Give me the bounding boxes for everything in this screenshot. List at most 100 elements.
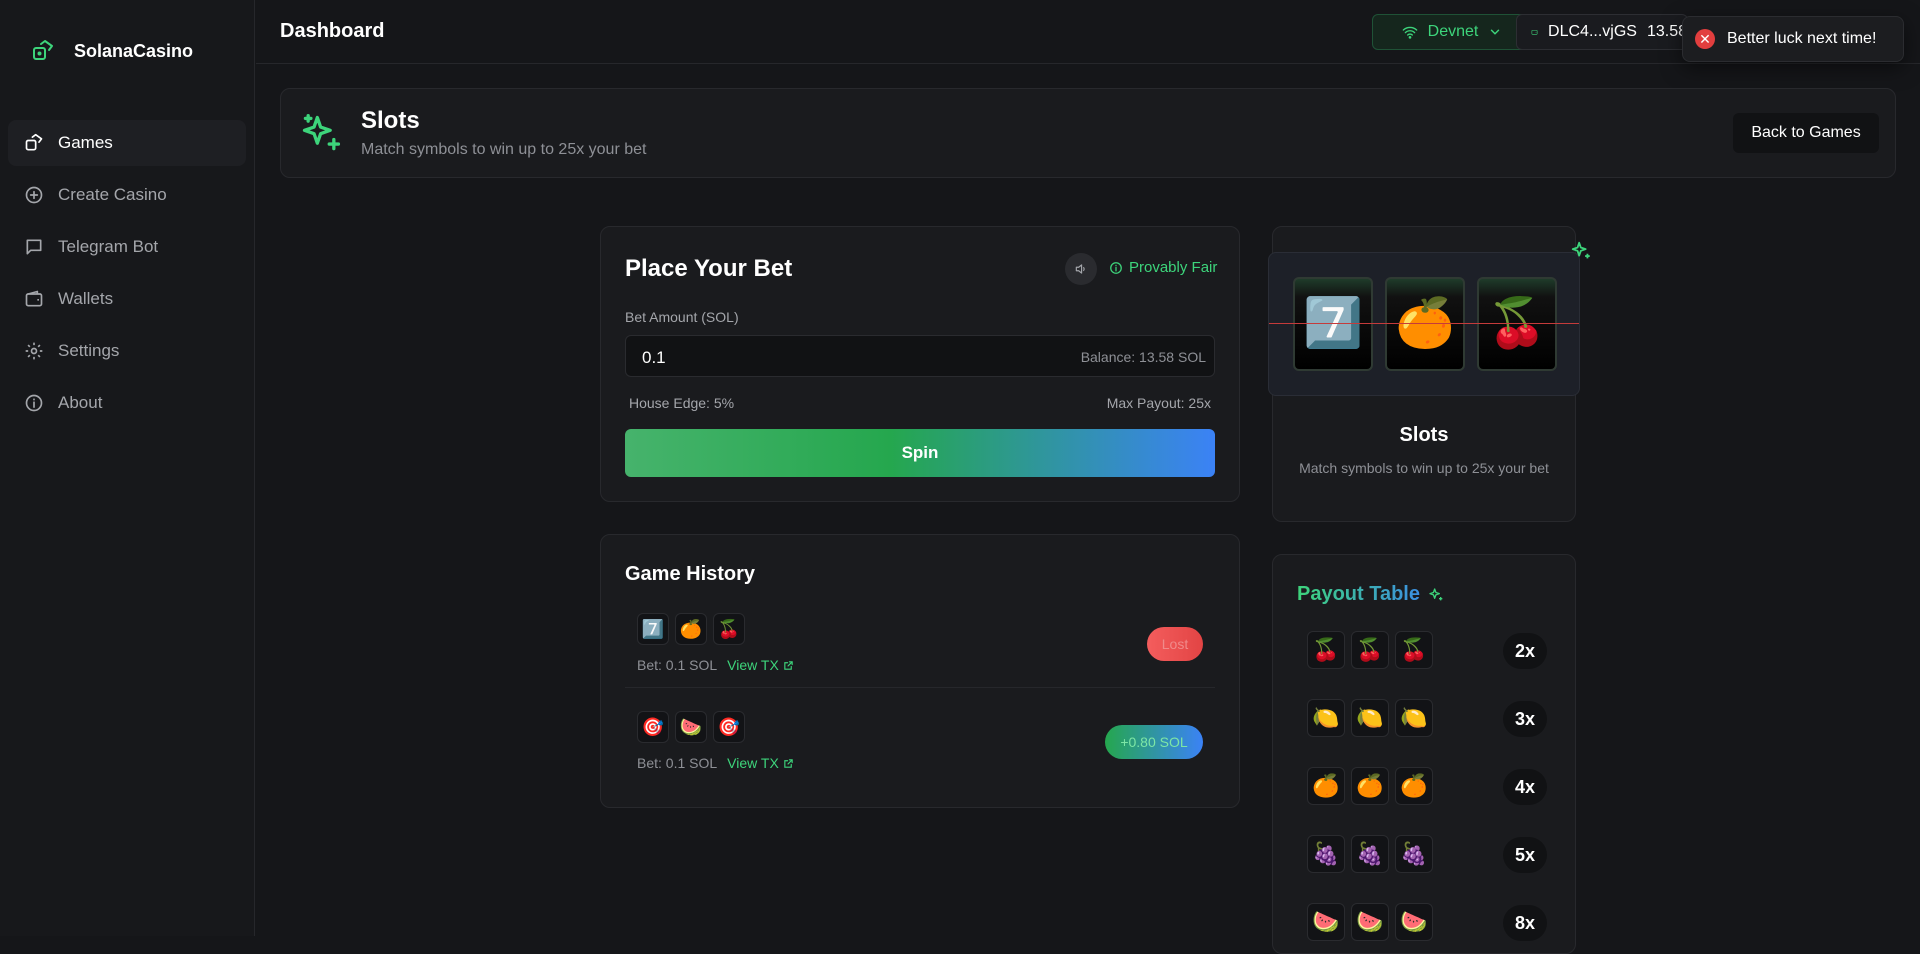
history-meta: Bet: 0.1 SOL View TX: [637, 657, 794, 673]
wallet-icon: [1531, 29, 1538, 35]
toast-notification[interactable]: ✕ Better luck next time!: [1682, 16, 1904, 62]
payout-row: 🍋 🍋 🍋 3x: [1307, 699, 1547, 739]
spin-button[interactable]: Spin: [625, 429, 1215, 477]
sound-toggle-button[interactable]: [1065, 253, 1097, 285]
max-payout-text: Max Payout: 25x: [1106, 395, 1211, 411]
symbol-tile: 🍉: [1351, 903, 1389, 941]
payout-table-title: Payout Table: [1297, 583, 1444, 606]
payout-table-label: Payout Table: [1297, 583, 1420, 605]
symbol-tile: 🍒: [1395, 631, 1433, 669]
network-selector[interactable]: Devnet: [1372, 14, 1532, 50]
payout-row: 🍉 🍉 🍉 8x: [1307, 903, 1547, 943]
game-history-title: Game History: [625, 563, 756, 585]
history-row: 7️⃣ 🍊 🍒 Bet: 0.1 SOL View TX Lost: [625, 613, 1215, 689]
brand[interactable]: SolanaCasino: [30, 38, 193, 64]
history-symbols: 7️⃣ 🍊 🍒: [637, 613, 745, 645]
slot-reels: 7️⃣ 🍊 🍒: [1268, 252, 1580, 396]
view-tx-label: View TX: [727, 657, 779, 673]
chevron-down-icon: [1491, 29, 1500, 35]
sparkles-icon: [299, 111, 343, 162]
bet-amount-input[interactable]: 0.1 Balance: 13.58 SOL: [625, 335, 1215, 377]
game-history-card: Game History 7️⃣ 🍊 🍒 Bet: 0.1 SOL View T…: [600, 534, 1240, 808]
sidebar-item-wallets[interactable]: Wallets: [8, 276, 246, 322]
place-bet-card: Place Your Bet Provably Fair Bet Amount …: [600, 226, 1240, 502]
reel: 7️⃣: [1293, 277, 1373, 371]
info-icon: [1110, 261, 1122, 274]
symbol-tile: 🍒: [713, 613, 745, 645]
sidebar-item-games[interactable]: Games: [8, 120, 246, 166]
sparkles-icon: [1429, 587, 1443, 600]
history-symbols: 🎯 🍉 🎯: [637, 711, 745, 743]
game-header: Slots Match symbols to win up to 25x you…: [280, 88, 1896, 178]
sidebar-item-telegram-bot[interactable]: Telegram Bot: [8, 224, 246, 270]
sidebar-item-label: Create Casino: [58, 185, 167, 204]
symbol-tile: 🍇: [1351, 835, 1389, 873]
reel: 🍊: [1385, 277, 1465, 371]
games-icon: [25, 133, 43, 151]
casino-logo-icon: [30, 38, 56, 64]
house-edge-text: House Edge: 5%: [629, 395, 735, 411]
view-tx-label: View TX: [727, 755, 779, 771]
symbol-tile: 🍒: [1351, 631, 1389, 669]
payout-multiplier: 4x: [1503, 769, 1547, 805]
symbol-tile: 🍊: [1307, 767, 1345, 805]
balance-text: Balance: 13.58 SOL: [1080, 349, 1206, 365]
wallet-address: DLC4...vjGS: [1548, 23, 1637, 40]
external-link-icon: [784, 758, 793, 768]
payout-row: 🍒 🍒 🍒 2x: [1307, 631, 1547, 671]
external-link-icon: [784, 660, 793, 670]
history-bet: Bet: 0.1 SOL: [637, 755, 718, 771]
sidebar-item-create-casino[interactable]: Create Casino: [8, 172, 246, 218]
network-label: Devnet: [1427, 23, 1479, 40]
reel: 🍒: [1477, 277, 1557, 371]
payout-multiplier: 2x: [1503, 633, 1547, 669]
symbol-tile: 🍇: [1307, 835, 1345, 873]
wifi-icon: [1402, 26, 1417, 39]
speaker-icon: [1075, 264, 1085, 274]
sidebar-item-label: About: [58, 393, 103, 412]
payout-multiplier: 3x: [1503, 701, 1547, 737]
result-badge-lost: Lost: [1147, 627, 1203, 661]
view-tx-link[interactable]: View TX: [727, 755, 794, 771]
symbol-tile: 🎯: [713, 711, 745, 743]
symbol-tile: 🍉: [675, 711, 707, 743]
view-tx-link[interactable]: View TX: [727, 657, 794, 673]
sidebar-item-label: Games: [58, 133, 113, 152]
symbol-tile: 7️⃣: [637, 613, 669, 645]
chat-icon: [26, 239, 42, 255]
payout-row: 🍇 🍇 🍇 5x: [1307, 835, 1547, 875]
app-name: SolanaCasino: [74, 40, 194, 61]
sidebar-nav: Games Create Casino Telegram Bot Wallets…: [8, 120, 246, 432]
symbol-tile: 🍊: [1395, 767, 1433, 805]
provably-fair-link[interactable]: Provably Fair: [1109, 259, 1217, 276]
bet-card-title: Place Your Bet: [625, 255, 793, 282]
symbol-tile: 🎯: [637, 711, 669, 743]
game-subtitle: Match symbols to win up to 25x your bet: [361, 141, 647, 158]
sidebar-item-label: Wallets: [58, 289, 114, 308]
error-icon: ✕: [1695, 29, 1715, 49]
symbol-tile: 🍋: [1307, 699, 1345, 737]
symbol-tile: 🍋: [1395, 699, 1433, 737]
symbol-tile: 🍋: [1351, 699, 1389, 737]
plus-circle-icon: [25, 186, 43, 204]
sidebar-item-about[interactable]: About: [8, 380, 246, 426]
bet-amount-label: Bet Amount (SOL): [625, 309, 739, 325]
slot-info-description: Match symbols to win up to 25x your bet: [1299, 460, 1549, 476]
history-bet: Bet: 0.1 SOL: [637, 657, 718, 673]
topbar: Dashboard Devnet DLC4...vjGS 13.58: [256, 0, 1920, 64]
wallet-button[interactable]: DLC4...vjGS 13.58: [1516, 14, 1688, 50]
payout-table-card: Payout Table 🍒 🍒 🍒 2x 🍋 🍋 🍋 3x 🍊 🍊 🍊 4x 🍇 🍇 🍇 5x…: [1272, 554, 1576, 954]
symbol-tile: 🍒: [1307, 631, 1345, 669]
info-icon: [25, 394, 43, 412]
symbol-tile: 🍉: [1307, 903, 1345, 941]
sparkles-icon: [1570, 240, 1592, 267]
slot-info-title: Slots: [1399, 424, 1449, 446]
payline: [1269, 323, 1579, 324]
gear-icon: [25, 342, 43, 360]
symbol-tile: 🍊: [1351, 767, 1389, 805]
provably-fair-label: Provably Fair: [1129, 259, 1218, 276]
sidebar-item-settings[interactable]: Settings: [8, 328, 246, 374]
payout-row: 🍊 🍊 🍊 4x: [1307, 767, 1547, 807]
sidebar-item-label: Settings: [58, 341, 120, 360]
back-to-games-button[interactable]: Back to Games: [1733, 113, 1879, 153]
